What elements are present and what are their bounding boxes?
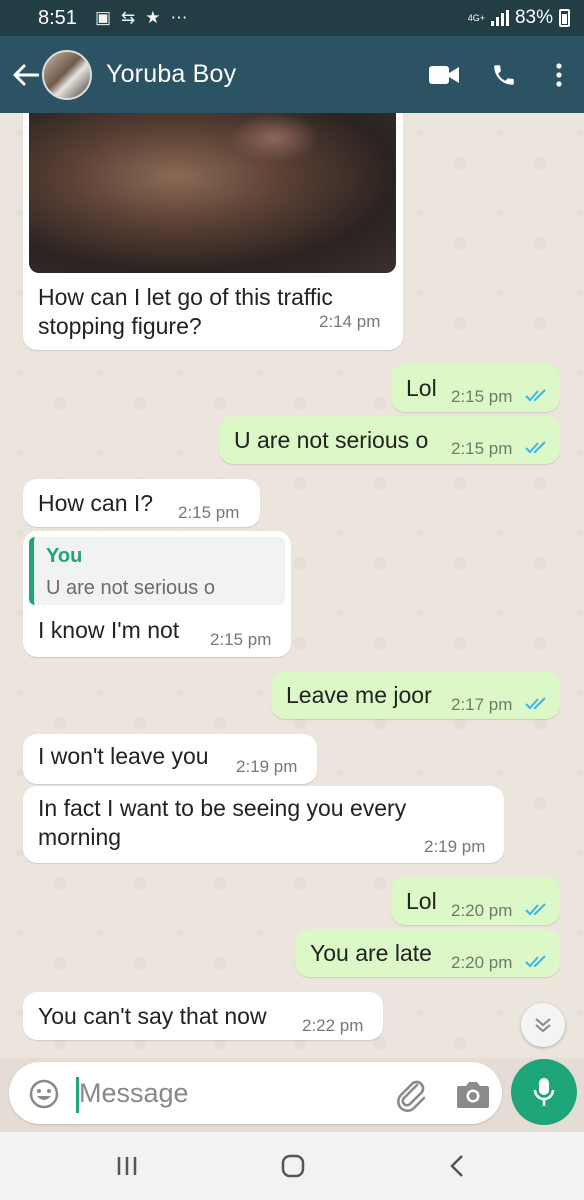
message-incoming-image[interactable]: How can I let go of this traffic stoppin… [23,113,403,350]
quoted-author: You [46,545,83,567]
mic-icon[interactable] [511,1059,577,1125]
back-icon[interactable] [437,1150,477,1182]
contact-avatar[interactable] [42,49,92,100]
emoji-icon[interactable] [27,1077,61,1111]
more-notifications-icon: ⋯ [170,8,188,27]
gallery-notification-icon: ▣ [94,8,111,27]
message-time: 2:17 pm [451,695,513,714]
message-text: How can I? [38,490,154,516]
message-list[interactable]: How can I let go of this traffic stoppin… [0,113,584,1058]
home-icon[interactable] [273,1150,313,1182]
camera-icon[interactable] [455,1078,491,1110]
contact-name[interactable]: Yoruba Boy [106,60,236,89]
message-time: 2:20 pm [451,901,513,920]
battery-icon [559,9,570,27]
message-text: Lol [406,888,437,914]
message-outgoing[interactable]: U are not serious o 2:15 pm [219,416,560,464]
phone-icon[interactable] [474,45,534,105]
message-incoming[interactable]: How can I? 2:15 pm [23,479,260,527]
message-incoming[interactable]: You can't say that now 2:22 pm [23,992,383,1040]
double-tick-icon [525,697,546,710]
attach-icon[interactable] [393,1076,429,1112]
message-outgoing[interactable]: You are late 2:20 pm [295,929,560,977]
message-text: I know I'm not [38,617,180,643]
message-text: Leave me joor [286,682,432,708]
message-text: Lol [406,375,437,401]
more-vert-icon[interactable] [534,45,584,105]
double-tick-icon [525,441,546,454]
message-text: You are late [310,940,432,966]
app-notification-icon: ★ [145,8,161,27]
chat-header: Yoruba Boy [0,36,584,113]
message-input[interactable] [79,1073,379,1113]
status-bar: 8:51 ▣ ⇆ ★ ⋯ 4G+ 83% [0,0,584,36]
retweet-notification-icon: ⇆ [121,8,136,27]
message-incoming[interactable]: In fact I want to be seeing you every mo… [23,786,504,863]
message-text: U are not serious o [234,427,429,453]
message-time: 2:14 pm [319,312,381,331]
message-time: 2:19 pm [236,757,298,776]
network-type: 4G+ [467,12,485,23]
double-tick-icon [525,955,546,968]
message-incoming[interactable]: I won't leave you 2:19 pm [23,734,317,784]
recents-icon[interactable] [107,1150,147,1182]
message-text-line: morning [38,824,122,850]
message-text: I won't leave you [38,743,209,769]
message-text-line: How can I let go of this traffic [38,284,333,310]
back-arrow-icon[interactable] [6,55,46,95]
message-incoming-reply[interactable]: You U are not serious o I know I'm not 2… [23,531,291,657]
message-time: 2:15 pm [178,503,240,522]
message-outgoing[interactable]: Lol 2:15 pm [391,364,560,412]
message-time: 2:20 pm [451,953,513,972]
signal-icon [490,10,509,26]
message-outgoing[interactable]: Lol 2:20 pm [391,877,560,925]
message-time: 2:15 pm [210,630,272,649]
message-text-line: In fact I want to be seeing you every [38,795,407,821]
double-tick-icon [525,903,546,916]
message-composer[interactable] [9,1062,502,1124]
scroll-down-icon[interactable] [521,1003,565,1047]
system-nav-bar [0,1132,584,1200]
message-time: 2:19 pm [424,837,486,856]
status-time: 8:51 [38,6,77,29]
double-tick-icon [525,389,546,402]
message-text: You can't say that now [38,1003,267,1029]
message-outgoing[interactable]: Leave me joor 2:17 pm [271,671,560,719]
message-text-line: stopping figure? [38,313,202,339]
message-time: 2:15 pm [451,439,513,458]
composer [0,1058,584,1132]
message-time: 2:15 pm [451,387,513,406]
message-time: 2:22 pm [302,1016,364,1035]
quoted-text: U are not serious o [46,577,215,599]
video-call-icon[interactable] [414,45,474,105]
battery-percent: 83% [514,7,553,28]
message-photo[interactable] [29,113,396,273]
quoted-message[interactable]: You U are not serious o [29,537,285,605]
